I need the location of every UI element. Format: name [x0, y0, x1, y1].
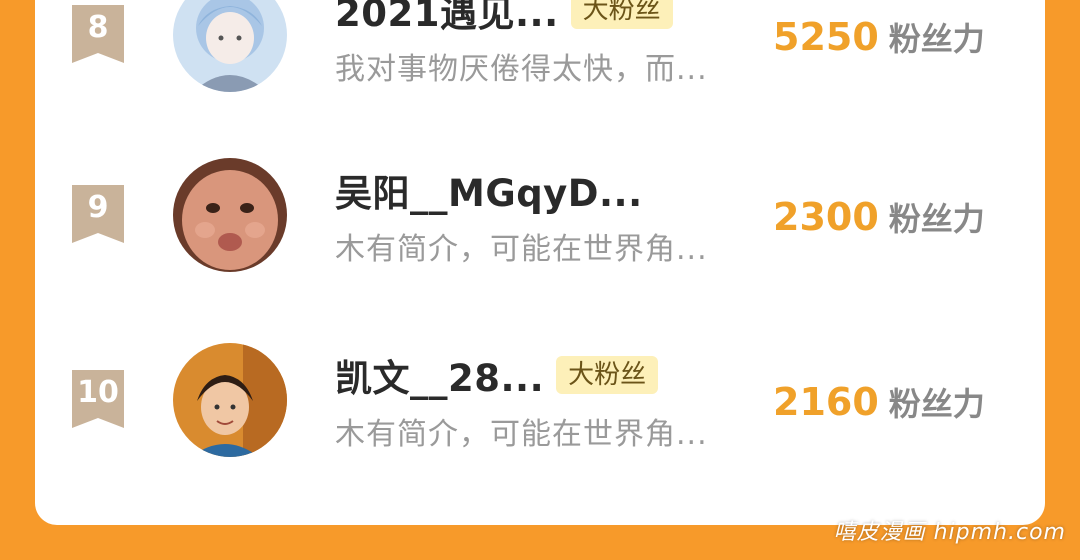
user-name[interactable]: 凯文__28... — [335, 348, 544, 402]
user-avatar[interactable] — [173, 0, 287, 92]
user-avatar[interactable] — [173, 158, 287, 272]
site-watermark: 嘻皮漫画 hipmh.com — [833, 520, 1066, 545]
user-bio: 我对事物厌倦得太快，而... — [335, 52, 708, 87]
baby-face-avatar-icon — [173, 158, 287, 272]
fan-power: 5250 粉丝力 — [773, 14, 985, 60]
user-bio: 木有简介，可能在世界角... — [335, 232, 708, 267]
fan-power-value: 5250 — [773, 15, 879, 59]
fan-power-value: 2160 — [773, 380, 879, 424]
rank-ribbon-badge: 8 — [72, 5, 124, 63]
fan-power: 2300 粉丝力 — [773, 194, 985, 240]
fan-leaderboard-card: 8 2021遇见... 大粉丝 我对事物厌倦得太快，而... 5250粉丝力 — [35, 0, 1045, 525]
fan-power-value: 2300 — [773, 195, 879, 239]
child-photo-avatar-icon — [173, 343, 287, 457]
rank-number: 9 — [87, 190, 109, 225]
user-bio: 木有简介，可能在世界角... — [335, 417, 708, 452]
user-name[interactable]: 2021遇见... — [335, 0, 559, 37]
fan-power: 2160 粉丝力 — [773, 379, 985, 425]
leaderboard-row-9[interactable]: 9 吴阳__MGqyD... 木有简介，可能在世界角... 2300 粉丝力 — [35, 158, 1045, 288]
fan-power-label: 粉丝力 — [888, 200, 985, 238]
leaderboard-row-8[interactable]: 8 2021遇见... 大粉丝 我对事物厌倦得太快，而... 5250 粉丝力 — [35, 0, 1045, 108]
leaderboard-row-10[interactable]: 10 凯文__28... 大粉丝 木有简介，可能在世界角... 2160 粉丝力 — [35, 343, 1045, 473]
rank-number: 10 — [77, 375, 119, 410]
big-fan-badge: 大粉丝 — [570, 0, 673, 29]
user-avatar[interactable] — [173, 343, 287, 457]
rank-ribbon-badge: 10 — [72, 370, 124, 428]
rank-number: 8 — [87, 10, 109, 45]
fan-power-label: 粉丝力 — [888, 385, 985, 423]
rank-ribbon-badge: 9 — [72, 185, 124, 243]
fan-power-label: 粉丝力 — [888, 20, 985, 58]
big-fan-badge: 大粉丝 — [556, 356, 659, 394]
anime-girl-avatar-icon — [173, 0, 287, 92]
user-name[interactable]: 吴阳__MGqyD... — [335, 163, 643, 217]
